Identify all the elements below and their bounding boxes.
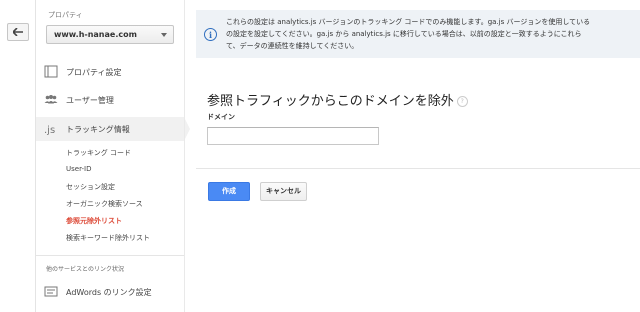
users-icon [44, 95, 58, 104]
sub-item-user-id[interactable]: User-ID [66, 165, 92, 173]
domain-input[interactable] [207, 127, 379, 145]
sidebar-divider-vertical [184, 0, 185, 312]
sidebar-item-label: AdWords のリンク設定 [66, 288, 152, 297]
chevron-down-icon [161, 33, 167, 37]
sidebar-item-label: トラッキング情報 [66, 125, 130, 134]
sidebar-item-tracking-info[interactable]: .js トラッキング情報 [36, 117, 190, 141]
sidebar: プロパティ www.h-nanae.com プロパティ設定 ユーザー管理 .js… [36, 0, 190, 312]
notice-line: の設定を設定してください。ga.js から analytics.js に移行して… [226, 30, 582, 38]
cancel-button[interactable]: キャンセル [260, 182, 307, 201]
domain-label: ドメイン [207, 113, 235, 121]
sub-item-session-settings[interactable]: セッション設定 [66, 182, 115, 192]
sidebar-item-user-management[interactable]: ユーザー管理 [36, 88, 184, 112]
adwords-icon [44, 286, 58, 297]
js-icon: .js [44, 125, 55, 135]
property-settings-icon [44, 65, 58, 78]
info-notice: i これらの設定は analytics.js バージョンのトラッキング コードで… [196, 10, 640, 58]
back-button[interactable] [7, 23, 29, 41]
arrow-left-icon [13, 28, 23, 36]
sidebar-item-property-settings[interactable]: プロパティ設定 [36, 60, 184, 84]
sidebar-item-label: ユーザー管理 [66, 96, 114, 105]
sub-item-organic-search-sources[interactable]: オーガニック検索ソース [66, 199, 143, 209]
notice-text: これらの設定は analytics.js バージョンのトラッキング コードでのみ… [226, 16, 590, 52]
page-title: 参照トラフィックからこのドメインを除外? [207, 90, 468, 109]
property-select-value: www.h-nanae.com [54, 30, 137, 39]
sub-item-search-term-exclusion-list[interactable]: 検索キーワード除外リスト [66, 233, 150, 243]
notice-line: て、データの連続性を維持してください。 [226, 42, 359, 50]
notice-line: これらの設定は analytics.js バージョンのトラッキング コードでのみ… [226, 18, 591, 26]
page-title-text: 参照トラフィックからこのドメインを除外 [207, 94, 454, 109]
sidebar-divider [36, 255, 184, 256]
create-button[interactable]: 作成 [208, 182, 250, 201]
linked-services-heading: 他のサービスとのリンク状況 [46, 266, 124, 273]
sidebar-item-adwords-linking[interactable]: AdWords のリンク設定 [36, 280, 184, 304]
svg-text:.js: .js [44, 125, 55, 135]
property-label: プロパティ [48, 11, 83, 19]
sub-item-referral-exclusion-list[interactable]: 参照元除外リスト [66, 216, 122, 226]
info-icon: i [204, 28, 217, 41]
form-divider [196, 168, 640, 169]
property-select[interactable]: www.h-nanae.com [46, 25, 174, 44]
help-icon[interactable]: ? [456, 96, 468, 107]
sub-item-tracking-code[interactable]: トラッキング コード [66, 148, 131, 158]
sidebar-item-label: プロパティ設定 [66, 68, 122, 77]
